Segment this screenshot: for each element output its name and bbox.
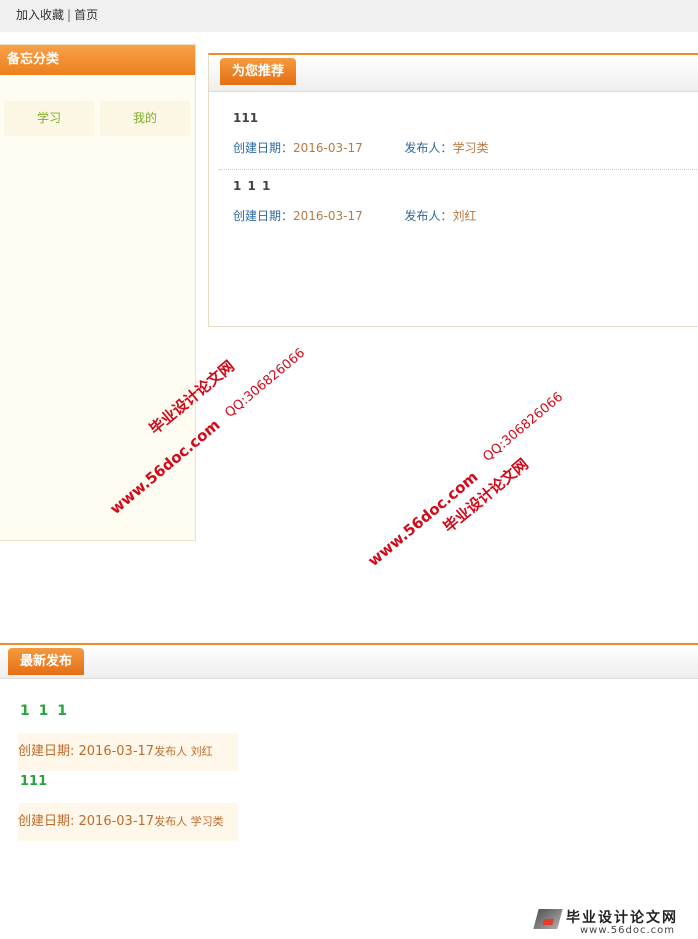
latest-item-meta: 创建日期: 2016-03-17发布人 学习类	[18, 803, 238, 841]
recommend-divider	[219, 169, 698, 170]
publisher-label: 发布人：	[404, 141, 453, 155]
sidebar-title: 备忘分类	[0, 45, 195, 75]
publisher-name: 学习类	[190, 815, 224, 828]
created-label: 创建日期：	[233, 141, 294, 155]
created-date: 2016-03-17	[293, 209, 363, 223]
add-bookmark-link[interactable]: 加入收藏	[16, 8, 64, 22]
latest-item-title[interactable]: 1 1 1	[20, 703, 69, 719]
category-study[interactable]: 学习	[4, 101, 94, 136]
top-bar: 加入收藏 | 首页	[0, 0, 698, 32]
top-link-separator: |	[67, 8, 72, 22]
recommend-item-title[interactable]: 1 1 1	[233, 179, 693, 193]
graduation-cap-icon	[533, 909, 563, 929]
publisher-name: 刘红	[190, 745, 213, 758]
latest-item-meta: 创建日期: 2016-03-17发布人 刘红	[18, 733, 238, 771]
recommend-header: 为您推荐	[209, 55, 698, 92]
created-label: 创建日期：	[233, 209, 294, 223]
brand-url: www.56doc.com	[580, 925, 676, 936]
created-label: 创建日期:	[18, 744, 79, 759]
publisher-label: 发布人	[154, 815, 191, 828]
recommend-item: 111 创建日期：2016-03-17 发布人：学习类	[233, 111, 693, 156]
brand-logo: 毕业设计论文网 www.56doc.com	[533, 903, 696, 939]
recommend-item-meta: 创建日期：2016-03-17 发布人：刘红	[233, 207, 693, 224]
created-date: 2016-03-17	[78, 744, 155, 759]
latest-item-title[interactable]: 111	[20, 774, 47, 789]
created-label: 创建日期:	[18, 814, 79, 829]
publisher-label: 发布人	[154, 745, 191, 758]
home-link[interactable]: 首页	[74, 8, 98, 22]
created-date: 2016-03-17	[78, 814, 155, 829]
created-date: 2016-03-17	[293, 141, 363, 155]
recommend-item: 1 1 1 创建日期：2016-03-17 发布人：刘红	[233, 179, 693, 224]
category-mine[interactable]: 我的	[100, 101, 190, 136]
recommend-panel: 为您推荐 111 创建日期：2016-03-17 发布人：学习类 1 1 1 创…	[208, 53, 698, 327]
publisher-name: 学习类	[452, 141, 489, 155]
latest-title: 最新发布	[8, 648, 85, 675]
category-list: 学习 我的	[4, 101, 190, 136]
watermark-qq: QQ:306826066	[480, 389, 567, 465]
latest-header: 最新发布	[0, 643, 698, 679]
publisher-name: 刘红	[452, 209, 477, 223]
brand-name: 毕业设计论文网	[566, 910, 678, 926]
recommend-title: 为您推荐	[220, 58, 297, 85]
recommend-item-title[interactable]: 111	[233, 111, 693, 125]
recommend-item-meta: 创建日期：2016-03-17 发布人：学习类	[233, 139, 693, 156]
watermark-qq: QQ:306826066	[222, 345, 309, 421]
top-links: 加入收藏 | 首页	[16, 6, 98, 23]
publisher-label: 发布人：	[404, 209, 453, 223]
